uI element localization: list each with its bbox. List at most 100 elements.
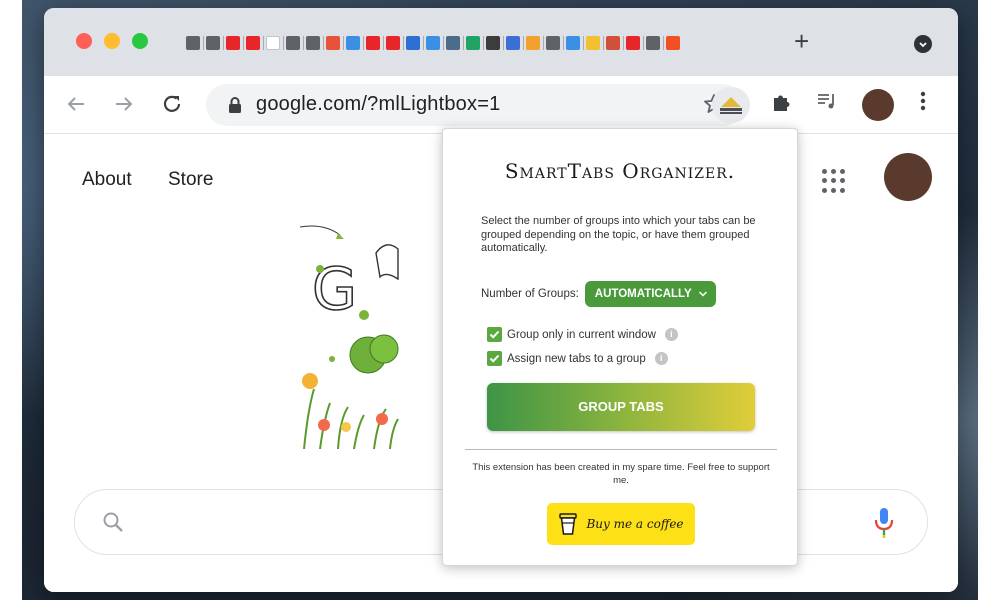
smarttabs-extension-button[interactable] bbox=[712, 87, 750, 123]
assign-new-tabs-label: Assign new tabs to a group bbox=[507, 352, 646, 365]
pinned-tab[interactable] bbox=[244, 32, 264, 54]
more-vertical-icon bbox=[920, 91, 926, 111]
pinned-tab[interactable] bbox=[644, 32, 664, 54]
pinned-tab[interactable] bbox=[404, 32, 424, 54]
tab-favicon-icon bbox=[266, 36, 280, 50]
smarttabs-popup: SmartTabs Organizer. Select the number o… bbox=[442, 128, 798, 566]
tab-favicon-icon bbox=[386, 36, 400, 50]
profile-avatar[interactable] bbox=[862, 89, 894, 121]
puzzle-icon bbox=[774, 95, 790, 111]
google-account-avatar[interactable] bbox=[884, 153, 932, 201]
pinned-tab[interactable] bbox=[444, 32, 464, 54]
tab-favicon-icon bbox=[646, 36, 660, 50]
tab-favicon-icon bbox=[186, 36, 200, 50]
pinned-tab[interactable] bbox=[224, 32, 244, 54]
pinned-tab[interactable] bbox=[604, 32, 624, 54]
pinned-tab[interactable] bbox=[204, 32, 224, 54]
tab-favicon-icon bbox=[366, 36, 380, 50]
pinned-tab[interactable] bbox=[544, 32, 564, 54]
pinned-tab[interactable] bbox=[324, 32, 344, 54]
pinned-tab[interactable] bbox=[344, 32, 364, 54]
tab-favicon-icon bbox=[226, 36, 240, 50]
new-tab-button[interactable]: + bbox=[794, 28, 809, 54]
support-text: This extension has been created in my sp… bbox=[472, 462, 770, 486]
tab-search-button[interactable] bbox=[914, 35, 932, 53]
tab-favicon-icon bbox=[546, 36, 560, 50]
pinned-tab[interactable] bbox=[664, 32, 682, 54]
search-icon bbox=[103, 512, 123, 532]
option-assign-new-tabs[interactable]: Assign new tabs to a group i bbox=[487, 351, 668, 366]
pinned-tab[interactable] bbox=[564, 32, 584, 54]
tab-favicon-icon bbox=[246, 36, 260, 50]
pinned-tab[interactable] bbox=[524, 32, 544, 54]
current-window-checkbox[interactable] bbox=[487, 327, 502, 342]
store-link[interactable]: Store bbox=[168, 169, 213, 191]
number-of-groups-value: AUTOMATICALLY bbox=[594, 288, 692, 300]
pinned-tab[interactable] bbox=[504, 32, 524, 54]
pinned-tab[interactable] bbox=[184, 32, 204, 54]
smarttabs-logo-icon bbox=[720, 97, 742, 114]
media-control-button[interactable] bbox=[816, 90, 838, 118]
tab-favicon-icon bbox=[586, 36, 600, 50]
chevron-down-icon bbox=[698, 291, 707, 297]
playlist-music-icon bbox=[818, 94, 834, 109]
address-bar[interactable]: google.com/?mlLightbox=1 bbox=[206, 84, 744, 126]
number-of-groups-row: Number of Groups: AUTOMATICALLY bbox=[481, 281, 716, 307]
info-icon[interactable]: i bbox=[664, 328, 678, 341]
pinned-tab[interactable] bbox=[584, 32, 604, 54]
buy-me-a-coffee-button[interactable]: Buy me a coffee bbox=[547, 503, 695, 545]
svg-text:G: G bbox=[312, 255, 357, 323]
tab-favicon-icon bbox=[626, 36, 640, 50]
google-doodle-image[interactable]: G bbox=[294, 219, 404, 449]
pinned-tab[interactable] bbox=[384, 32, 404, 54]
google-apps-button[interactable] bbox=[822, 169, 846, 193]
tab-favicon-icon bbox=[666, 36, 680, 50]
coffee-cup-icon bbox=[559, 513, 578, 535]
checkmark-icon bbox=[489, 330, 500, 339]
pinned-tab[interactable] bbox=[424, 32, 444, 54]
group-tabs-button[interactable]: GROUP TABS bbox=[487, 383, 755, 431]
about-link[interactable]: About bbox=[82, 169, 132, 191]
pinned-tab[interactable] bbox=[304, 32, 324, 54]
tab-favicon-icon bbox=[406, 36, 420, 50]
assign-new-tabs-checkbox[interactable] bbox=[487, 351, 502, 366]
number-of-groups-select[interactable]: AUTOMATICALLY bbox=[584, 281, 716, 307]
tab-favicon-icon bbox=[346, 36, 360, 50]
buy-me-a-coffee-label: Buy me a coffee bbox=[586, 517, 684, 531]
tab-favicon-icon bbox=[566, 36, 580, 50]
checkmark-icon bbox=[489, 354, 500, 363]
pinned-tab[interactable] bbox=[364, 32, 384, 54]
pinned-tab[interactable] bbox=[484, 32, 504, 54]
pinned-tab[interactable] bbox=[464, 32, 484, 54]
info-icon[interactable]: i bbox=[654, 352, 668, 365]
browser-menu-button[interactable] bbox=[920, 90, 926, 117]
tab-favicon-icon bbox=[526, 36, 540, 50]
number-of-groups-label: Number of Groups: bbox=[481, 288, 579, 300]
option-current-window[interactable]: Group only in current window i bbox=[487, 327, 678, 342]
right-margin bbox=[978, 0, 1000, 600]
lock-icon bbox=[229, 97, 241, 113]
browser-window: + google.com/?mlLightbox=1 About Store G… bbox=[44, 8, 958, 592]
popup-description: Select the number of groups into which y… bbox=[481, 215, 756, 254]
extensions-button[interactable] bbox=[770, 91, 792, 119]
microphone-icon[interactable] bbox=[873, 505, 895, 539]
tab-favicon-icon bbox=[286, 36, 300, 50]
back-button[interactable] bbox=[64, 92, 88, 121]
reload-button[interactable] bbox=[160, 92, 184, 121]
pinned-tab[interactable] bbox=[264, 32, 284, 54]
chevron-down-icon bbox=[919, 42, 927, 48]
minimize-window-button[interactable] bbox=[104, 33, 120, 49]
left-margin bbox=[0, 0, 22, 600]
pinned-tab[interactable] bbox=[624, 32, 644, 54]
close-window-button[interactable] bbox=[76, 33, 92, 49]
maximize-window-button[interactable] bbox=[132, 33, 148, 49]
popup-title: SmartTabs Organizer. bbox=[504, 159, 736, 183]
tab-bar: + bbox=[44, 8, 958, 76]
tab-favicon-icon bbox=[486, 36, 500, 50]
pinned-tab[interactable] bbox=[284, 32, 304, 54]
tab-favicon-icon bbox=[466, 36, 480, 50]
forward-button[interactable] bbox=[112, 92, 136, 121]
tab-favicon-icon bbox=[306, 36, 320, 50]
tab-favicon-icon bbox=[206, 36, 220, 50]
divider bbox=[465, 449, 777, 450]
